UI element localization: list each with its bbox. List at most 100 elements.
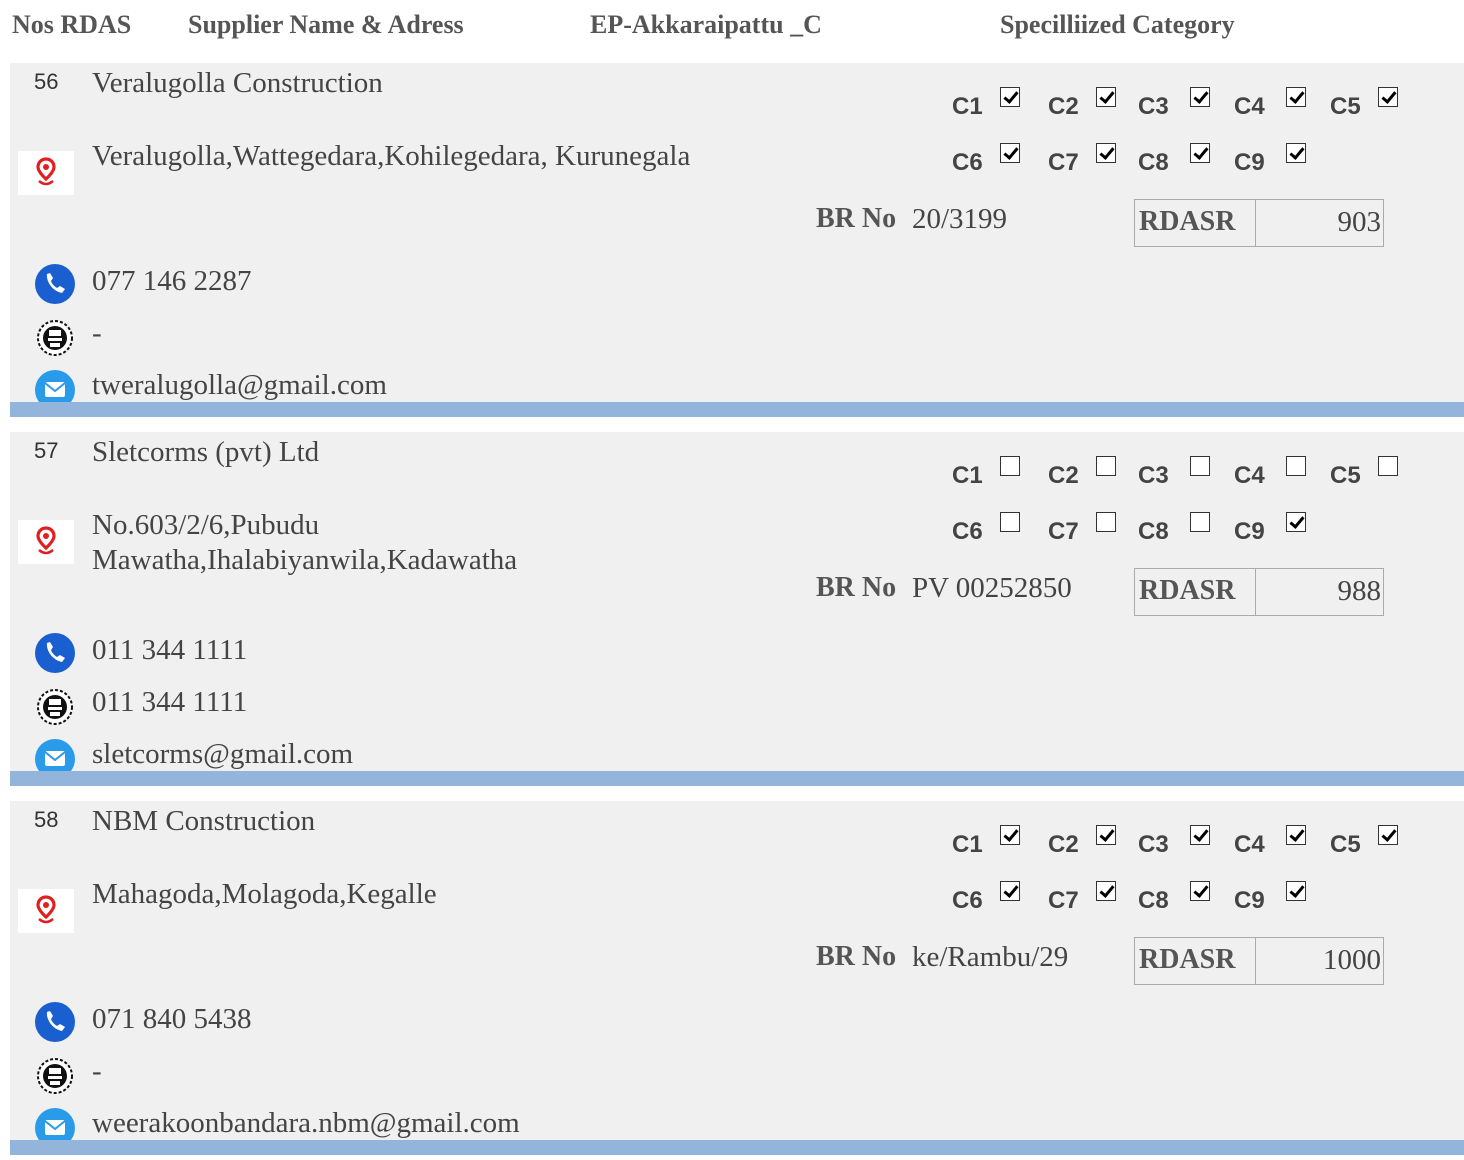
category-label-c3: C3 (1138, 462, 1169, 489)
category-label-c5: C5 (1330, 93, 1361, 120)
rdasr-value: 903 (1337, 206, 1382, 238)
checkbox-c1[interactable] (1000, 87, 1020, 107)
phone-number[interactable]: 077 146 2287 (92, 265, 252, 298)
category-label-c5: C5 (1330, 462, 1361, 489)
checkbox-c6[interactable] (1000, 512, 1020, 532)
row-separator (10, 1140, 1464, 1155)
map-pin-icon (18, 889, 74, 933)
email-address[interactable]: tweralugolla@gmail.com (92, 369, 387, 402)
header-category: Specilliized Category (1000, 10, 1235, 39)
fax-number: - (92, 317, 102, 349)
fax-icon (34, 1055, 76, 1097)
checkbox-c2[interactable] (1096, 87, 1116, 107)
category-label-c4: C4 (1234, 462, 1265, 489)
phone-icon (34, 263, 76, 305)
checkbox-c5[interactable] (1378, 456, 1398, 476)
checkbox-c7[interactable] (1096, 512, 1116, 532)
rdasr-box: RDASR 988 (1134, 568, 1384, 616)
phone-icon (34, 1001, 76, 1043)
row-separator (10, 402, 1464, 417)
row-separator (10, 771, 1464, 786)
category-label-c6: C6 (952, 518, 983, 545)
header-nos: Nos RDAS (12, 10, 132, 39)
category-label-c7: C7 (1048, 887, 1079, 914)
fax-number: - (92, 1055, 102, 1087)
checkbox-c6[interactable] (1000, 881, 1020, 901)
rdasr-label: RDASR (1135, 200, 1256, 246)
category-label-c3: C3 (1138, 831, 1169, 858)
supplier-name: NBM Construction (92, 805, 316, 837)
br-no-label: BR No (816, 203, 897, 234)
category-label-c6: C6 (952, 887, 983, 914)
checkbox-c3[interactable] (1190, 456, 1210, 476)
category-label-c8: C8 (1138, 887, 1169, 914)
supplier-name: Sletcorms (pvt) Ltd (92, 436, 320, 468)
supplier-record: 57 Sletcorms (pvt) Ltd No.603/2/6,Pubudu… (10, 432, 1464, 786)
category-label-c7: C7 (1048, 149, 1079, 176)
checkbox-c7[interactable] (1096, 881, 1116, 901)
checkbox-c9[interactable] (1286, 881, 1306, 901)
category-label-c2: C2 (1048, 831, 1079, 858)
category-label-c2: C2 (1048, 93, 1079, 120)
checkbox-c4[interactable] (1286, 456, 1306, 476)
checkbox-c6[interactable] (1000, 143, 1020, 163)
category-label-c1: C1 (952, 93, 983, 120)
checkbox-c3[interactable] (1190, 825, 1210, 845)
rdasr-value: 1000 (1323, 944, 1381, 976)
checkbox-c7[interactable] (1096, 143, 1116, 163)
rdasr-box: RDASR 903 (1134, 199, 1384, 247)
checkbox-c5[interactable] (1378, 825, 1398, 845)
record-number: 58 (34, 807, 59, 832)
category-label-c9: C9 (1234, 887, 1265, 914)
category-label-c9: C9 (1234, 518, 1265, 545)
category-label-c1: C1 (952, 831, 983, 858)
fax-number: 011 344 1111 (92, 686, 248, 718)
category-label-c5: C5 (1330, 831, 1361, 858)
fax-icon (34, 317, 76, 359)
table-header: Nos RDAS Supplier Name & Adress EP-Akkar… (0, 0, 1464, 56)
checkbox-c2[interactable] (1096, 825, 1116, 845)
phone-icon (34, 632, 76, 674)
rdasr-box: RDASR 1000 (1134, 937, 1384, 985)
br-no-value: ke/Rambu/29 (912, 941, 1069, 973)
supplier-record: 58 NBM Construction Mahagoda,Molagoda,Ke… (10, 801, 1464, 1155)
br-no-value: 20/3199 (912, 203, 1008, 235)
category-label-c3: C3 (1138, 93, 1169, 120)
phone-number[interactable]: 071 840 5438 (92, 1003, 252, 1036)
checkbox-c4[interactable] (1286, 825, 1306, 845)
header-ep: EP-Akkaraipattu _C (590, 10, 822, 39)
supplier-address: Veralugolla,Wattegedara,Kohilegedara, Ku… (92, 140, 691, 172)
supplier-record: 56 Veralugolla Construction Veralugolla,… (10, 63, 1464, 417)
supplier-address: No.603/2/6,Pubudu Mawatha,Ihalabiyanwila… (92, 509, 518, 576)
email-address[interactable]: sletcorms@gmail.com (92, 738, 353, 771)
checkbox-c8[interactable] (1190, 512, 1210, 532)
map-pin-icon (18, 151, 74, 195)
rdasr-value: 988 (1337, 575, 1382, 607)
map-pin-icon (18, 520, 74, 564)
checkbox-c5[interactable] (1378, 87, 1398, 107)
checkbox-c9[interactable] (1286, 512, 1306, 532)
checkbox-c8[interactable] (1190, 881, 1210, 901)
category-label-c4: C4 (1234, 831, 1265, 858)
category-label-c6: C6 (952, 149, 983, 176)
record-number: 56 (34, 69, 59, 94)
email-address[interactable]: weerakoonbandara.nbm@gmail.com (92, 1107, 520, 1140)
checkbox-c9[interactable] (1286, 143, 1306, 163)
supplier-name: Veralugolla Construction (92, 67, 383, 99)
checkbox-c1[interactable] (1000, 825, 1020, 845)
checkbox-c4[interactable] (1286, 87, 1306, 107)
category-label-c1: C1 (952, 462, 983, 489)
checkbox-c2[interactable] (1096, 456, 1116, 476)
category-label-c4: C4 (1234, 93, 1265, 120)
phone-number[interactable]: 011 344 1111 (92, 634, 247, 667)
checkbox-c8[interactable] (1190, 143, 1210, 163)
rdasr-label: RDASR (1135, 938, 1256, 984)
checkbox-c1[interactable] (1000, 456, 1020, 476)
fax-icon (34, 686, 76, 728)
checkbox-c3[interactable] (1190, 87, 1210, 107)
category-label-c8: C8 (1138, 518, 1169, 545)
br-no-value: PV 00252850 (912, 572, 1072, 604)
br-no-label: BR No (816, 572, 897, 603)
header-supplier: Supplier Name & Adress (188, 10, 464, 39)
br-no-label: BR No (816, 941, 897, 972)
